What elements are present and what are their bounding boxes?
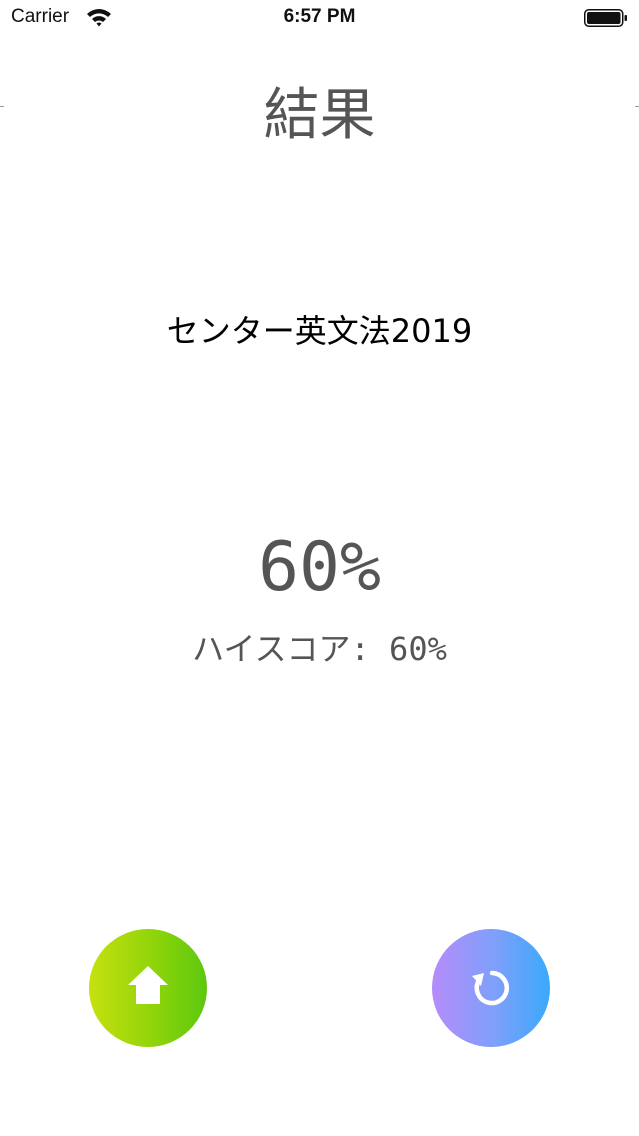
page-title: 結果 [263, 83, 376, 148]
high-score-label: ハイスコア: 60% [192, 630, 447, 668]
score-percentage: 60% [258, 528, 381, 607]
retry-icon [472, 970, 509, 1006]
retry-button[interactable] [432, 929, 550, 1047]
home-button[interactable] [89, 929, 207, 1047]
home-icon [128, 966, 168, 1004]
battery-full-icon [584, 9, 627, 27]
status-time: 6:57 PM [283, 6, 356, 27]
status-bar: Carrier 6:57 PM [0, 0, 639, 40]
quiz-name: センター英文法2019 [166, 312, 473, 350]
